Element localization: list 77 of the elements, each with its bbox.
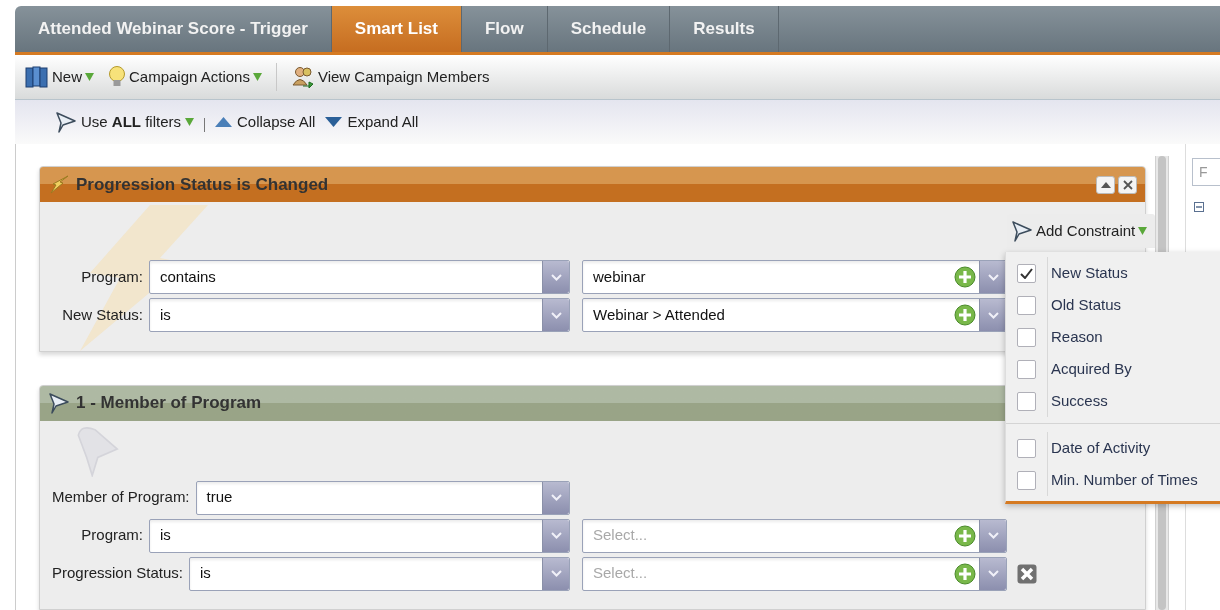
operator-select[interactable]: is <box>188 556 570 591</box>
toolbar-button[interactable]: New <box>25 65 94 89</box>
filter-logic-menu[interactable]: Use ALL filters <box>55 110 195 134</box>
chevron-down-icon <box>550 532 562 540</box>
operator-select[interactable]: is <box>149 518 570 553</box>
triangle-up-icon <box>1100 181 1111 188</box>
dropdown-arrow-button[interactable] <box>542 481 569 514</box>
chevron-down-icon <box>987 311 999 319</box>
add-icon[interactable] <box>954 266 976 288</box>
toolbar-button[interactable]: Campaign Actions <box>108 65 262 89</box>
checkbox[interactable] <box>1017 263 1036 283</box>
menu-item[interactable]: Old Status <box>1006 289 1220 321</box>
chevron-down-icon <box>987 532 999 540</box>
chevron-down-icon <box>550 311 562 319</box>
collapse-all-button[interactable]: Collapse All <box>215 110 316 134</box>
caret-icon <box>252 73 262 81</box>
close-button[interactable] <box>1118 175 1137 194</box>
funnel-icon <box>1011 220 1033 242</box>
people-icon <box>290 65 315 89</box>
delete-icon[interactable] <box>1017 563 1037 584</box>
add-icon[interactable] <box>954 524 976 547</box>
operator-select[interactable]: true <box>195 480 570 515</box>
field-label: Program: <box>80 525 144 546</box>
checkbox[interactable] <box>1017 438 1036 458</box>
caret-icon <box>85 73 94 81</box>
check-icon <box>1020 267 1033 279</box>
toolbar-button[interactable]: View Campaign Members <box>290 65 490 89</box>
caret-icon <box>1138 227 1148 235</box>
add-icon[interactable] <box>954 562 976 585</box>
triangle-down-icon <box>325 117 343 127</box>
chevron-down-icon <box>987 273 999 281</box>
dropdown-arrow-button[interactable] <box>542 299 569 331</box>
menu-item[interactable]: Acquired By <box>1006 353 1220 385</box>
dropdown-arrow-button[interactable] <box>979 261 1006 293</box>
dropdown-arrow-button[interactable] <box>542 519 569 552</box>
book-icon <box>25 66 49 88</box>
add-icon[interactable] <box>954 304 976 326</box>
field-label: Member of Program: <box>52 487 191 508</box>
lightbulb-icon <box>108 65 126 89</box>
funnel-icon <box>55 111 77 133</box>
menu-item[interactable]: Min. Number of Times <box>1006 464 1220 496</box>
close-icon <box>1122 179 1133 190</box>
search-field[interactable]: F <box>1192 158 1220 186</box>
menu-item[interactable]: New Status <box>1006 257 1220 289</box>
field-label: Program: <box>80 266 144 287</box>
field-label: New Status: <box>61 304 144 325</box>
caret-icon <box>185 118 195 126</box>
filter-title: 1 - Member of Program <box>76 392 262 415</box>
dropdown-arrow-button[interactable] <box>979 557 1006 590</box>
value-field[interactable]: Webinar > Attended <box>582 298 1007 332</box>
checkbox[interactable] <box>1017 391 1036 411</box>
operator-select[interactable]: is <box>149 298 570 332</box>
dropdown-arrow-button[interactable] <box>979 519 1006 552</box>
chevron-down-icon <box>550 273 562 281</box>
menu-item[interactable]: Reason <box>1006 321 1220 353</box>
chevron-down-icon <box>987 570 999 578</box>
chevron-down-icon <box>550 570 562 578</box>
operator-select[interactable]: contains <box>149 260 570 294</box>
collapse-button[interactable] <box>1096 175 1115 194</box>
menu-item[interactable]: Date of Activity <box>1006 432 1220 464</box>
value-field[interactable]: webinar <box>582 260 1007 294</box>
checkbox[interactable] <box>1017 359 1036 379</box>
chevron-down-icon <box>550 494 562 502</box>
checkbox[interactable] <box>1017 327 1036 347</box>
lightning-icon <box>48 174 70 195</box>
dropdown-arrow-button[interactable] <box>542 261 569 293</box>
triangle-up-icon <box>215 117 233 127</box>
dropdown-arrow-button[interactable] <box>979 299 1006 331</box>
field-label: Progression Status: <box>52 563 184 584</box>
menu-item[interactable]: Success <box>1006 385 1220 417</box>
funnel-icon <box>48 392 70 415</box>
collapse-tree-icon[interactable] <box>1194 202 1204 212</box>
dropdown-arrow-button[interactable] <box>542 557 569 590</box>
filter-title: Progression Status is Changed <box>76 173 329 196</box>
expand-all-button[interactable]: Expand All <box>325 110 419 134</box>
checkbox[interactable] <box>1017 470 1036 490</box>
checkbox[interactable] <box>1017 295 1036 315</box>
